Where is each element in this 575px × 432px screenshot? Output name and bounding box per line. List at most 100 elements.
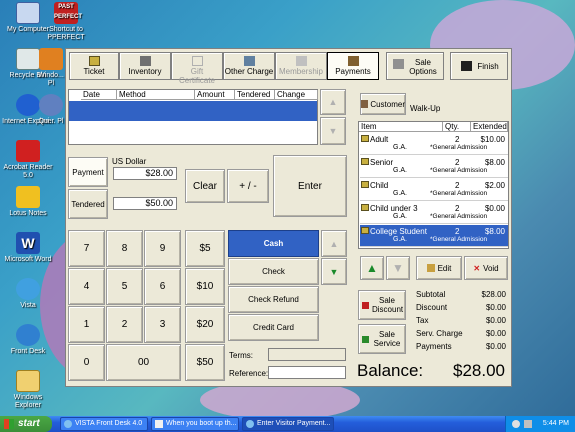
desktop-icon-windows-explorer[interactable]: Windows Explorer [0, 370, 56, 410]
finish-button[interactable]: Finish [450, 52, 508, 80]
reference-field[interactable] [268, 366, 346, 379]
desktop-icon-lotus-notes[interactable]: Lotus Notes [0, 186, 56, 218]
lotus-notes-icon [16, 186, 40, 208]
cash-50-button[interactable]: $50 [185, 344, 225, 381]
column-header: Item [359, 122, 443, 132]
app-icon [246, 420, 254, 428]
sale-options-icon [393, 59, 404, 69]
gift-certificate-button[interactable]: Gift Certificate [171, 52, 223, 85]
membership-icon [295, 56, 307, 66]
cart-row[interactable]: Child G.A. 2 *General Admission $2.00 [360, 179, 508, 201]
shortcut-icon: PAST PERFECT [54, 2, 82, 24]
volume-icon[interactable] [524, 420, 532, 428]
close-icon: ✕ [473, 263, 481, 273]
payments-table[interactable]: Date Method Amount Tendered Change [68, 89, 318, 145]
edit-button[interactable]: Edit [416, 256, 462, 280]
customer-icon [361, 100, 369, 108]
table-row[interactable] [69, 101, 317, 121]
service-icon [362, 335, 369, 343]
desktop-icon-pperfect[interactable]: PAST PERFECT Shortcut to PPERFECT [38, 2, 94, 42]
balance-value: $28.00 [453, 361, 505, 380]
key-4[interactable]: 4 [68, 268, 105, 305]
membership-button[interactable]: Membership [275, 52, 327, 80]
column-header: Amount [195, 90, 235, 100]
column-header: Extended [471, 122, 508, 132]
cart-row[interactable]: Senior G.A. 2 *General Admission $8.00 [360, 156, 508, 178]
cash-10-button[interactable]: $10 [185, 268, 225, 305]
method-check[interactable]: Check [228, 258, 319, 285]
tendered-amount-field[interactable]: $50.00 [113, 197, 177, 210]
cart-row-selected[interactable]: College Student G.A. 2 *General Admissio… [360, 225, 508, 247]
start-button[interactable]: start [0, 416, 52, 432]
customer-button[interactable]: Customer [360, 93, 406, 115]
word-icon [155, 420, 163, 428]
payment-amount-field[interactable]: $28.00 [113, 167, 177, 180]
key-7[interactable]: 7 [68, 230, 105, 267]
taskbar-item-enter-payment[interactable]: Enter Visitor Payment... [242, 417, 334, 431]
scroll-up-button[interactable]: ▲ [320, 89, 346, 115]
summary-serv-charge: Serv. Charge $0.00 [416, 329, 506, 338]
key-5[interactable]: 5 [106, 268, 143, 305]
terms-field[interactable] [268, 348, 346, 361]
cart-row[interactable]: Adult G.A. 2 *General Admission $10.00 [360, 133, 508, 155]
key-9[interactable]: 9 [144, 230, 181, 267]
plus-minus-button[interactable]: + / - [227, 169, 269, 203]
clock[interactable]: 5:44 PM [543, 420, 569, 427]
summary-tax: Tax $0.00 [416, 316, 506, 325]
method-check-refund[interactable]: Check Refund [228, 286, 319, 313]
move-up-button[interactable]: ▲ [360, 256, 384, 280]
enter-button[interactable]: Enter [273, 155, 347, 217]
tendered-tab[interactable]: Tendered [68, 189, 108, 219]
summary-subtotal: Subtotal $28.00 [416, 290, 506, 299]
other-charge-button[interactable]: Other Charge [223, 52, 275, 80]
desktop-icon-acrobat[interactable]: Acrobat Reader 5.0 [0, 140, 56, 180]
method-cash[interactable]: Cash [228, 230, 319, 257]
ticket-icon [361, 135, 369, 142]
system-tray: 5:44 PM [505, 416, 575, 432]
key-1[interactable]: 1 [68, 306, 105, 343]
method-credit-card[interactable]: Credit Card [228, 314, 319, 341]
gift-certificate-icon [191, 56, 203, 66]
cash-20-button[interactable]: $20 [185, 306, 225, 343]
key-6[interactable]: 6 [144, 268, 181, 305]
scroll-down-button[interactable]: ▼ [320, 117, 346, 145]
ticket-icon [361, 158, 369, 165]
key-3[interactable]: 3 [144, 306, 181, 343]
payments-button[interactable]: Payments [327, 52, 379, 80]
windows-explorer-icon [16, 370, 40, 392]
taskbar-item-front-desk[interactable]: VISTA Front Desk 4.0 [60, 417, 148, 431]
sale-service-button[interactable]: Sale Service [358, 324, 406, 354]
cart-table[interactable]: Item Qty. Extended Adult G.A. 2 *General… [358, 121, 509, 249]
inventory-button[interactable]: Inventory [119, 52, 171, 80]
method-scroll-up[interactable]: ▲ [321, 230, 347, 257]
desktop-icon-media-player[interactable]: Windo... Pl [36, 48, 66, 88]
key-8[interactable]: 8 [106, 230, 143, 267]
payment-tab[interactable]: Payment [68, 157, 108, 187]
desktop-icon-front-desk[interactable]: Front Desk [0, 324, 56, 356]
ticket-button[interactable]: Ticket [69, 52, 119, 80]
sale-discount-button[interactable]: Sale Discount [358, 290, 406, 320]
computer-icon [16, 2, 40, 24]
ticket-icon [361, 181, 369, 188]
cart-row[interactable]: Child under 3 G.A. 2 *General Admission … [360, 202, 508, 224]
taskbar-item-document[interactable]: When you boot up th... [151, 417, 239, 431]
key-2[interactable]: 2 [106, 306, 143, 343]
column-header: Date [81, 90, 117, 100]
column-header: Method [117, 90, 195, 100]
key-00[interactable]: 00 [106, 344, 181, 381]
desktop-icon-quicktime[interactable]: Qui... Pl [36, 94, 66, 126]
vista-icon [16, 278, 40, 300]
clear-button[interactable]: Clear [185, 169, 225, 203]
desktop-icon-word[interactable]: W Microsoft Word [0, 232, 56, 264]
key-0[interactable]: 0 [68, 344, 105, 381]
cash-5-button[interactable]: $5 [185, 230, 225, 267]
move-down-button[interactable]: ▼ [386, 256, 410, 280]
customer-value: Walk-Up [410, 104, 441, 113]
sale-options-button[interactable]: Sale Options [386, 52, 444, 80]
ticket-icon [361, 227, 369, 234]
word-icon: W [16, 232, 40, 254]
method-scroll-down[interactable]: ▼ [321, 258, 347, 285]
network-icon[interactable] [512, 420, 520, 428]
desktop-icon-vista[interactable]: Vista [0, 278, 56, 310]
void-button[interactable]: ✕ Void [464, 256, 508, 280]
